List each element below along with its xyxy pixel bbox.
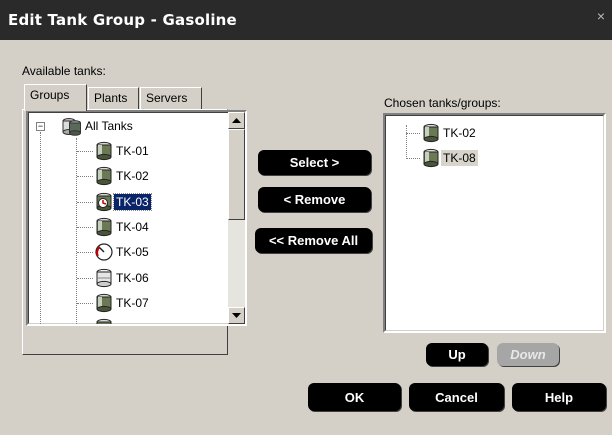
tree-root-all-tanks[interactable]: All Tanks <box>61 115 135 137</box>
close-icon[interactable]: × <box>594 8 608 26</box>
title-bar[interactable]: Edit Tank Group - Gasoline × <box>0 0 612 40</box>
tab-plants[interactable]: Plants <box>88 87 139 109</box>
tree-item-label: TK-01 <box>116 144 149 158</box>
scroll-thumb[interactable] <box>228 129 245 220</box>
tree-scrollbar[interactable] <box>228 112 245 324</box>
tree-item-selected[interactable]: TK-03 <box>94 191 152 213</box>
tree-item[interactable]: TK-01 <box>94 140 151 162</box>
tab-plants-label: Plants <box>94 91 128 105</box>
chosen-item-label: TK-02 <box>443 126 476 140</box>
tree-root-label: All Tanks <box>85 119 133 133</box>
tree-item-label: TK-05 <box>116 245 149 259</box>
tree-item[interactable]: TK-06 <box>94 267 151 289</box>
tree-item-label: TK-04 <box>116 220 149 234</box>
tab-groups-label: Groups <box>30 88 70 102</box>
tree-item[interactable]: TK-07 <box>94 292 151 314</box>
chosen-item-label: TK-08 <box>441 150 478 166</box>
tree-item[interactable]: TK-05 <box>94 241 151 263</box>
chosen-tanks-label: Chosen tanks/groups: <box>384 96 501 110</box>
scroll-up-icon[interactable] <box>228 112 245 129</box>
ok-button[interactable]: OK <box>308 383 401 411</box>
tree-item-label: TK-02 <box>116 169 149 183</box>
tank-icon <box>421 148 441 168</box>
tank-gauge-icon <box>94 242 114 262</box>
tank-alert-icon <box>94 192 114 212</box>
scroll-down-icon[interactable] <box>228 307 245 324</box>
tree-item[interactable]: TK-02 <box>94 165 151 187</box>
chosen-item-highlighted[interactable]: TK-08 <box>421 147 478 169</box>
down-button[interactable]: Down <box>497 343 559 366</box>
tree-item-label: TK-06 <box>116 271 149 285</box>
tree-item[interactable]: TK-04 <box>94 216 151 238</box>
select-button[interactable]: Select > <box>258 150 371 175</box>
tank-icon <box>94 318 114 324</box>
tree-item-label: TK-07 <box>116 296 149 310</box>
tank-group-icon <box>61 116 83 136</box>
tank-icon <box>94 141 114 161</box>
tab-servers-label: Servers <box>146 91 188 105</box>
up-button[interactable]: Up <box>426 343 488 366</box>
collapse-icon[interactable]: − <box>36 122 45 131</box>
tree-item-label: TK-03 <box>113 193 152 211</box>
window-title: Edit Tank Group - Gasoline <box>8 11 237 29</box>
tank-icon <box>94 166 114 186</box>
cancel-button[interactable]: Cancel <box>409 383 504 411</box>
tank-icon <box>94 217 114 237</box>
chosen-tanks-list[interactable]: TK-02 TK-08 <box>383 113 606 333</box>
remove-all-button[interactable]: << Remove All <box>255 228 372 253</box>
tank-icon <box>421 123 441 143</box>
tab-servers[interactable]: Servers <box>140 87 202 109</box>
chosen-item[interactable]: TK-02 <box>421 122 478 144</box>
tab-groups[interactable]: Groups <box>24 84 87 111</box>
available-tanks-label: Available tanks: <box>22 64 106 78</box>
help-button[interactable]: Help <box>512 383 606 411</box>
available-tanks-tree[interactable]: − All Tanks TK-01 TK-02 TK-03 TK-04 TK-0… <box>26 110 247 326</box>
tank-empty-icon <box>94 268 114 288</box>
tank-icon <box>94 293 114 313</box>
remove-button[interactable]: < Remove <box>258 187 371 212</box>
